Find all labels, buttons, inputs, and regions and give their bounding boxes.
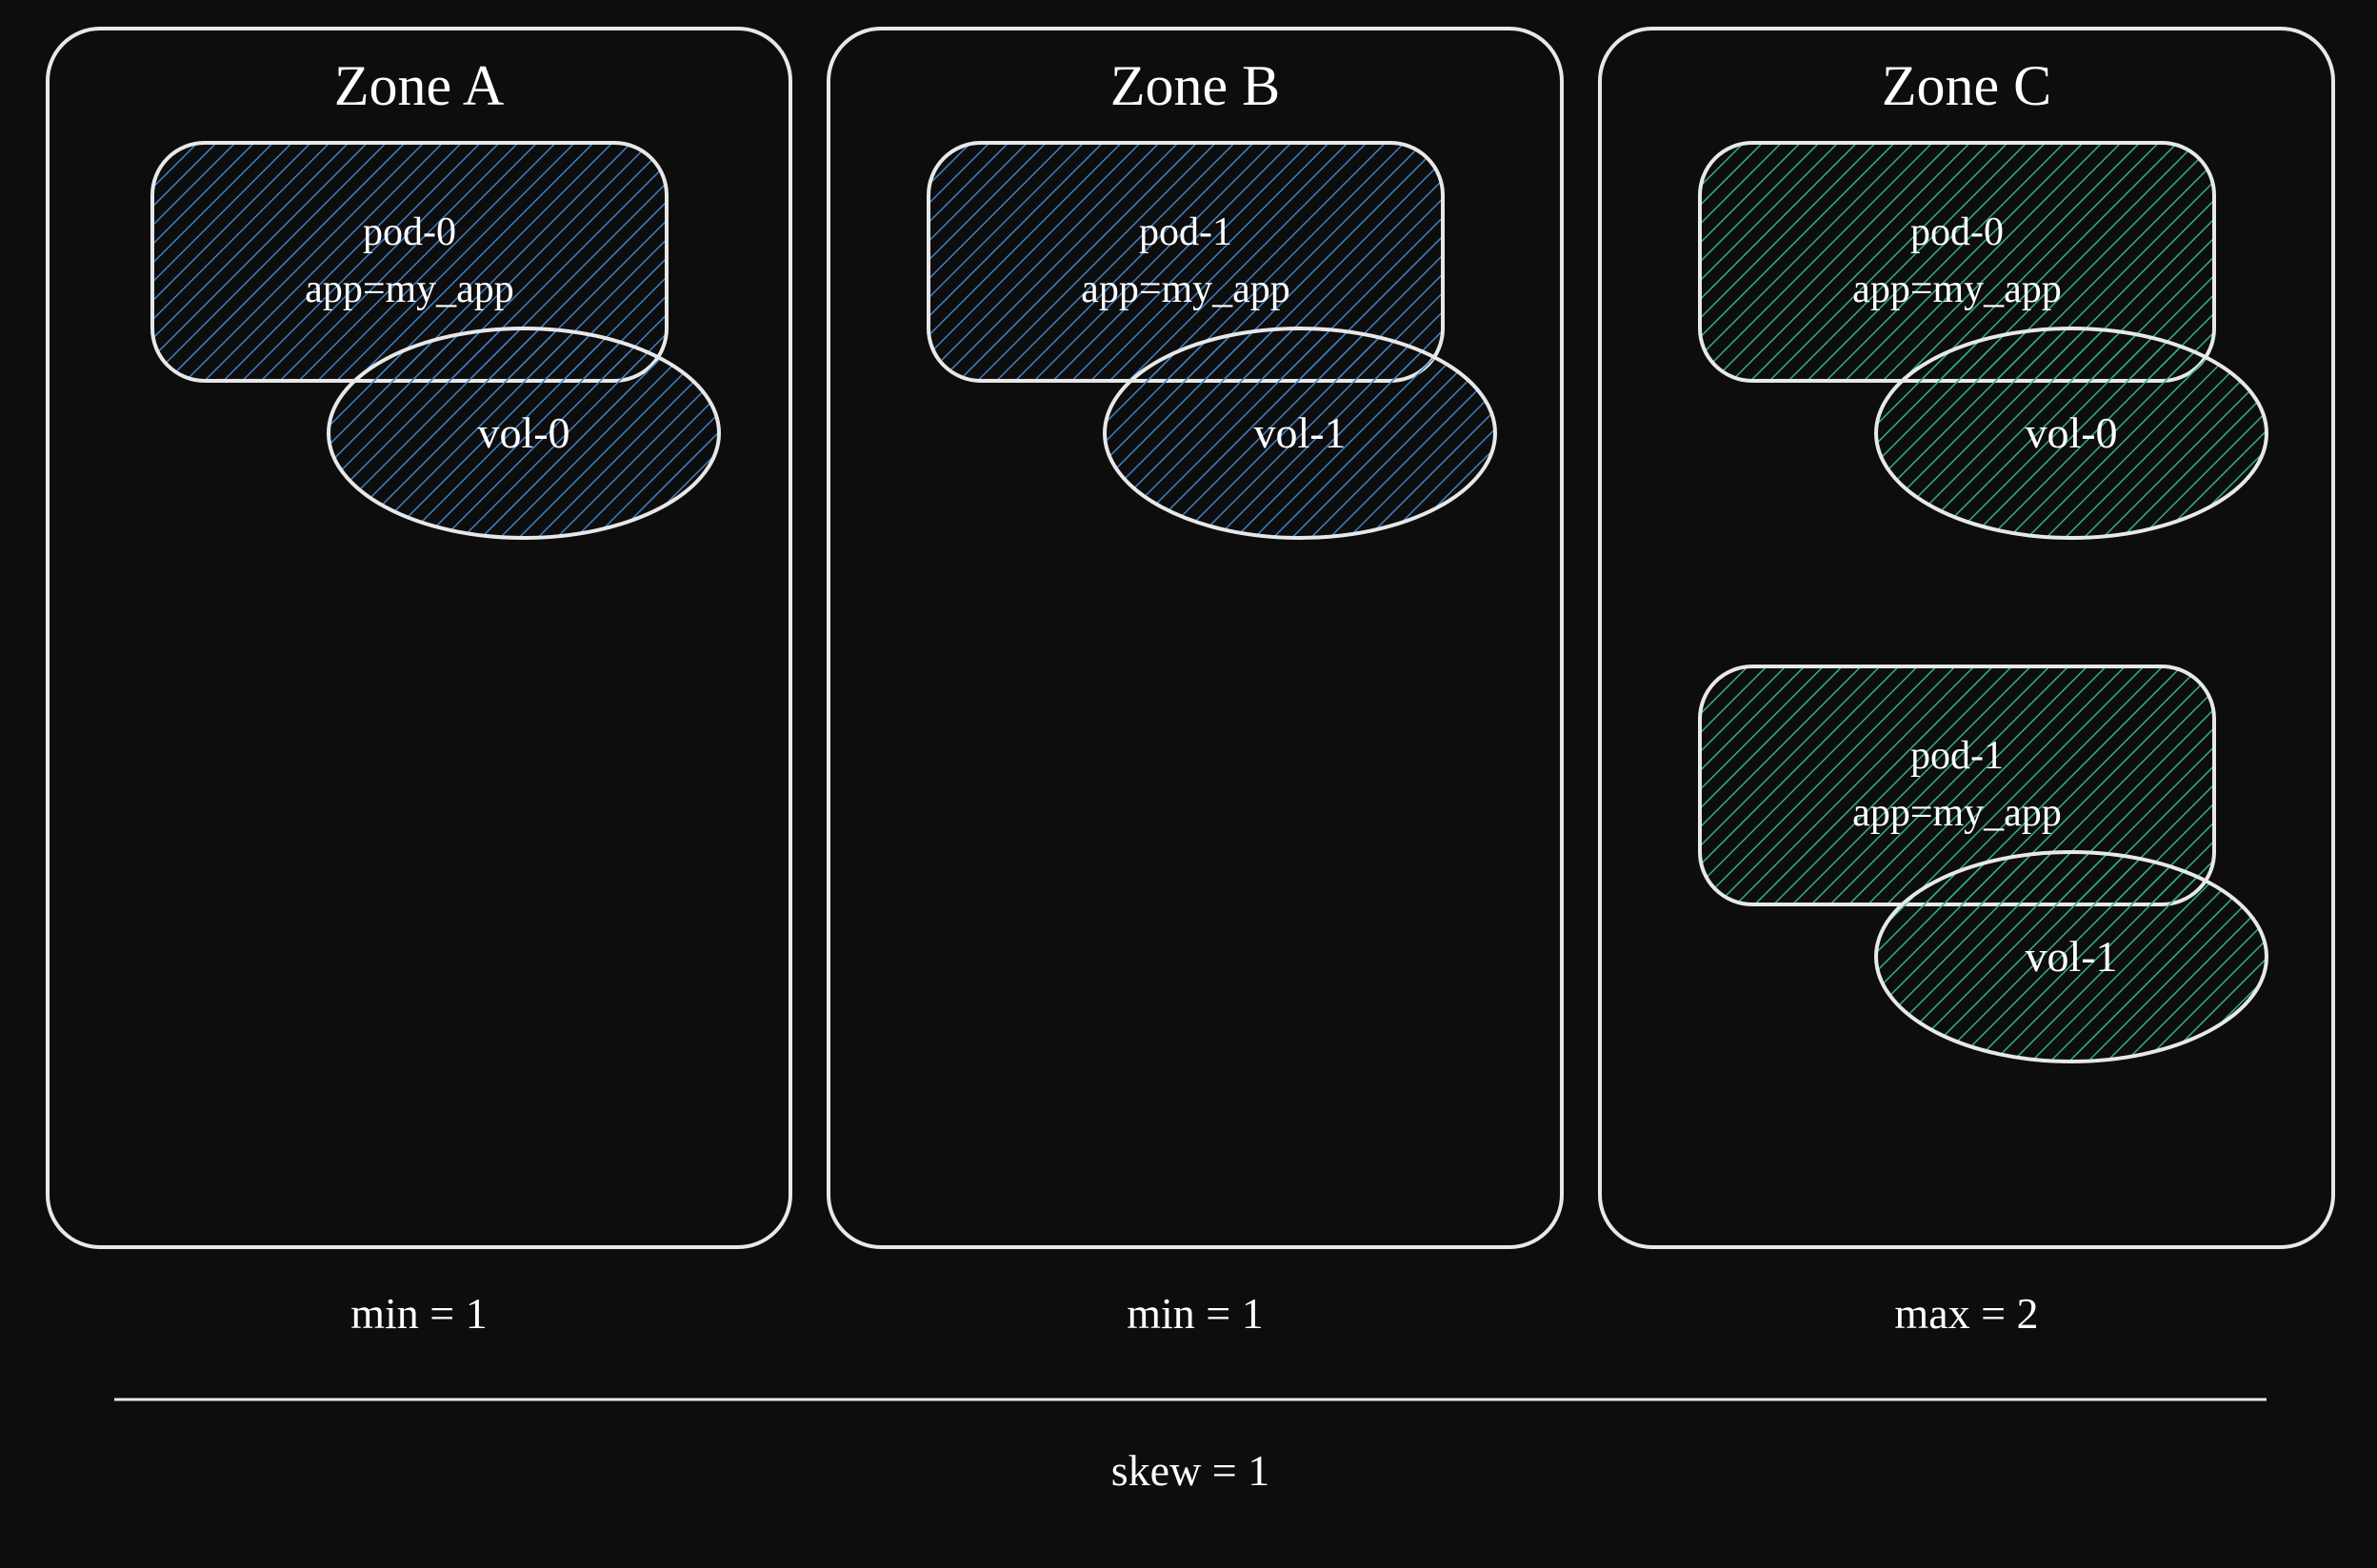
- pod-name: pod-0: [363, 210, 456, 254]
- skew-label: skew = 1: [1111, 1446, 1269, 1495]
- pod-label: app=my_app: [1852, 791, 2062, 835]
- pod-group: pod-1 app=my_app vol-1: [1700, 666, 2267, 1062]
- pod-group: pod-0 app=my_app vol-0: [1700, 143, 2267, 538]
- diagram-canvas: Zone A pod-0 app=my_app vol-0 min = 1 Zone B p…: [0, 0, 2377, 1568]
- pod-label: app=my_app: [1852, 268, 2062, 311]
- zone-footer: min = 1: [350, 1289, 488, 1338]
- zone-title: Zone A: [334, 54, 504, 117]
- pod-label: app=my_app: [305, 268, 514, 311]
- pod-group: pod-1 app=my_app vol-1: [929, 143, 1495, 538]
- pod-name: pod-0: [1910, 210, 2004, 254]
- volume-name: vol-0: [2025, 408, 2117, 457]
- pod-name: pod-1: [1910, 734, 2004, 778]
- zone-footer: min = 1: [1127, 1289, 1264, 1338]
- volume-name: vol-1: [2025, 932, 2117, 981]
- pod-label: app=my_app: [1081, 268, 1290, 311]
- pod-group: pod-0 app=my_app vol-0: [152, 143, 719, 538]
- zone-footer: max = 2: [1894, 1289, 2038, 1338]
- pod-name: pod-1: [1139, 210, 1232, 254]
- zone-title: Zone B: [1110, 54, 1280, 117]
- volume-name: vol-1: [1253, 408, 1346, 457]
- volume-name: vol-0: [477, 408, 569, 457]
- zone-title: Zone C: [1882, 54, 2051, 117]
